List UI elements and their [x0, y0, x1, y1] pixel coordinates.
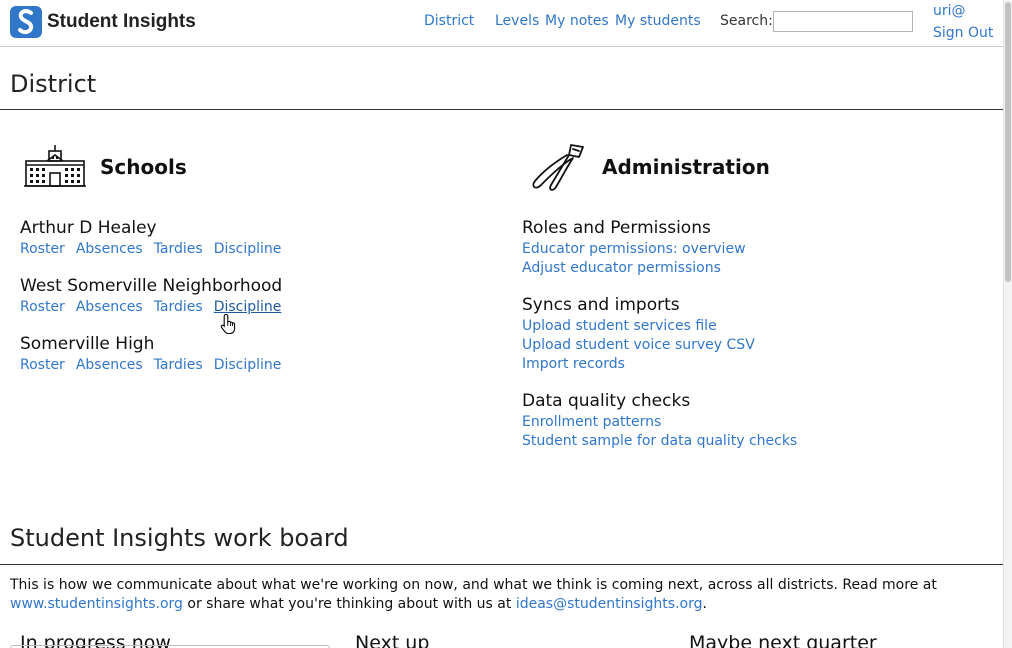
workboard-desc-text: This is how we communicate about what we…: [10, 577, 937, 593]
school-name: Somerville High: [20, 334, 155, 354]
workboard-description: This is how we communicate about what we…: [10, 576, 995, 614]
upload-student-services-link[interactable]: Upload student services file: [522, 318, 717, 334]
tardies-link[interactable]: Tardies: [154, 241, 203, 257]
nav-district[interactable]: District: [424, 13, 474, 29]
administration-heading: Administration: [602, 155, 770, 179]
import-records-link[interactable]: Import records: [522, 356, 625, 372]
school-links: Roster Absences Tardies Discipline: [20, 299, 281, 315]
school-name: Arthur D Healey: [20, 218, 157, 238]
student-sample-data-quality-link[interactable]: Student sample for data quality checks: [522, 433, 797, 449]
enrollment-patterns-link[interactable]: Enrollment patterns: [522, 414, 661, 430]
sign-out-link[interactable]: Sign Out: [933, 25, 993, 41]
educator-permissions-overview-link[interactable]: Educator permissions: overview: [522, 241, 746, 257]
admin-group-title: Data quality checks: [522, 391, 691, 411]
absences-link[interactable]: Absences: [76, 357, 143, 373]
top-header: Student Insights District Levels My note…: [0, 0, 1003, 47]
scrollbar-thumb[interactable]: [1005, 2, 1011, 282]
upload-student-voice-survey-link[interactable]: Upload student voice survey CSV: [522, 337, 755, 353]
pliers-tool-icon: [532, 144, 584, 191]
logo-s-icon: [18, 9, 34, 35]
student-insights-logo[interactable]: [10, 6, 42, 38]
app-title[interactable]: Student Insights: [47, 11, 196, 33]
adjust-educator-permissions-link[interactable]: Adjust educator permissions: [522, 260, 721, 276]
page-title: District: [10, 70, 97, 98]
ideas-email-link[interactable]: ideas@studentinsights.org: [516, 596, 703, 612]
column-maybe-next-quarter-heading: Maybe next quarter: [689, 632, 877, 648]
title-divider: [0, 109, 1003, 110]
absences-link[interactable]: Absences: [76, 299, 143, 315]
admin-group-title: Roles and Permissions: [522, 218, 711, 238]
studentinsights-site-link[interactable]: www.studentinsights.org: [10, 596, 183, 612]
workboard-desc-text: .: [702, 596, 707, 612]
search-label: Search:: [720, 13, 773, 29]
roster-link[interactable]: Roster: [20, 241, 65, 257]
roster-link[interactable]: Roster: [20, 357, 65, 373]
user-email-link[interactable]: uri@: [933, 3, 966, 19]
schools-heading: Schools: [100, 155, 187, 179]
school-building-icon: [24, 145, 86, 187]
vertical-scrollbar[interactable]: [1003, 0, 1012, 648]
workboard-desc-text: or share what you're thinking about with…: [182, 596, 516, 612]
admin-group-title: Syncs and imports: [522, 295, 680, 315]
tardies-link[interactable]: Tardies: [154, 357, 203, 373]
nav-levels[interactable]: Levels: [495, 13, 539, 29]
tardies-link[interactable]: Tardies: [154, 299, 203, 315]
school-links: Roster Absences Tardies Discipline: [20, 357, 281, 373]
roster-link[interactable]: Roster: [20, 299, 65, 315]
column-next-up-heading: Next up: [355, 632, 430, 648]
nav-my-notes[interactable]: My notes: [545, 13, 609, 29]
search-input[interactable]: [773, 11, 913, 32]
absences-link[interactable]: Absences: [76, 241, 143, 257]
discipline-link[interactable]: Discipline: [214, 357, 282, 373]
workboard-divider: [0, 564, 1003, 565]
school-name: West Somerville Neighborhood: [20, 276, 283, 296]
workboard-title: Student Insights work board: [10, 524, 349, 552]
nav-my-students[interactable]: My students: [615, 13, 701, 29]
discipline-link[interactable]: Discipline: [214, 241, 282, 257]
hand-pointer-cursor-icon: [220, 313, 236, 335]
school-links: Roster Absences Tardies Discipline: [20, 241, 281, 257]
